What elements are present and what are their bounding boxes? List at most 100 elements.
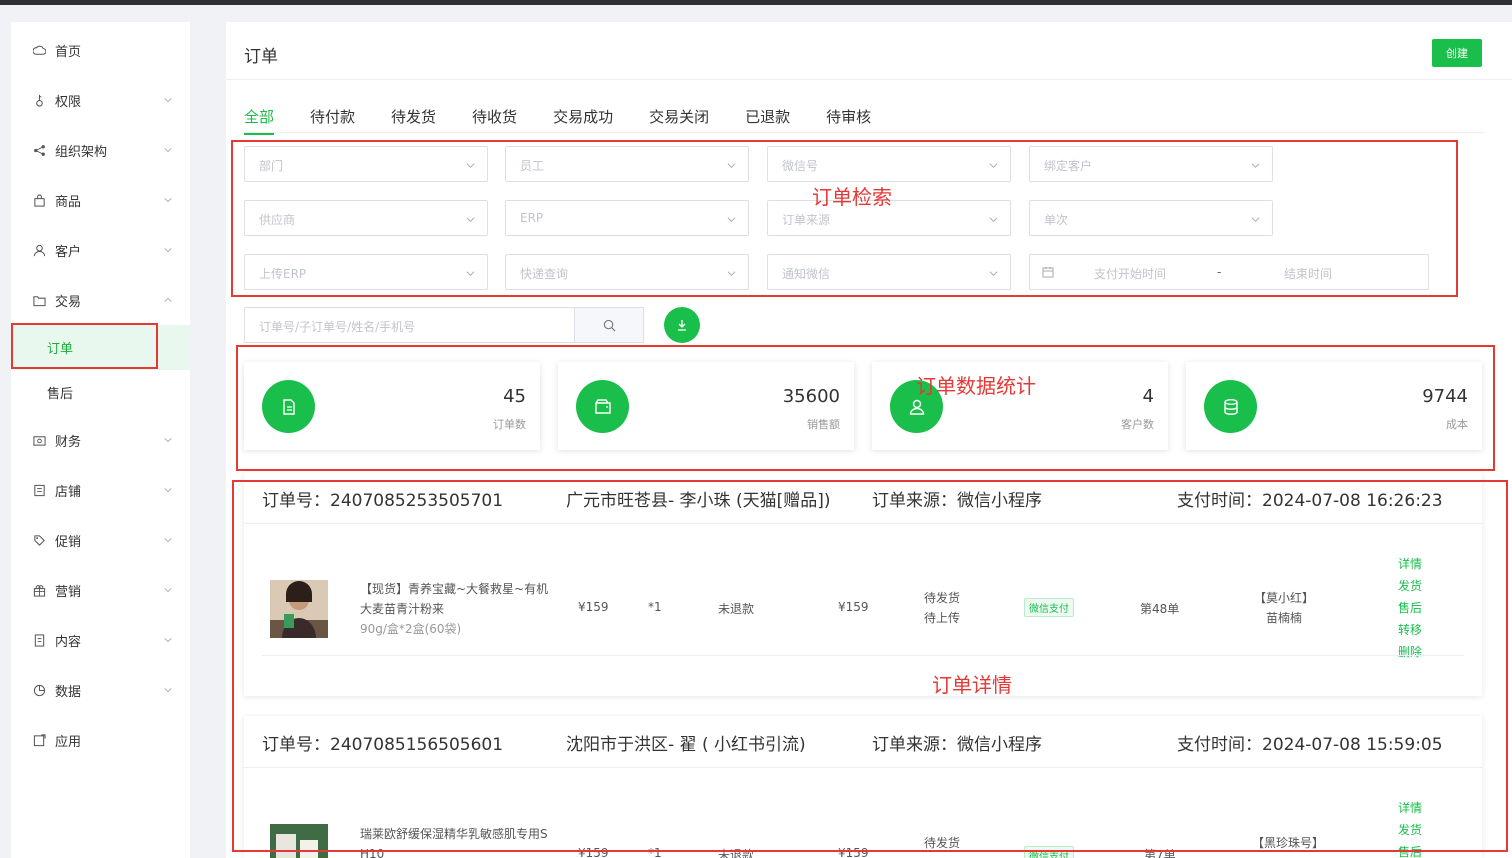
wallet-icon <box>576 380 629 433</box>
order-count: 第48单 <box>1140 602 1180 616</box>
select-placeholder: 员工 <box>520 159 545 173</box>
wechat-id-select[interactable]: 微信号 <box>767 146 1011 182</box>
wallet-icon <box>33 434 46 447</box>
sidebar-item-permission[interactable]: 权限 <box>11 75 190 125</box>
tab-to-ship[interactable]: 待发货 <box>391 106 436 130</box>
sidebar-item-org[interactable]: 组织架构 <box>11 125 190 175</box>
select-placeholder: ERP <box>520 211 544 225</box>
shipping-status-line: 待发货 <box>924 591 961 605</box>
sidebar-item-store[interactable]: 店铺 <box>11 465 190 515</box>
sidebar-item-label: 首页 <box>55 44 82 60</box>
sidebar-item-finance[interactable]: 财务 <box>11 415 190 465</box>
tab-closed[interactable]: 交易关闭 <box>649 106 709 130</box>
doc-icon <box>33 633 46 647</box>
seller-info: 【莫小红】 苗楠楠 <box>1254 588 1314 628</box>
delete-link[interactable]: 删除 <box>1398 641 1422 663</box>
sidebar-item-promotion[interactable]: 促销 <box>11 515 190 565</box>
supplier-select[interactable]: 供应商 <box>244 200 488 236</box>
app-icon <box>33 733 46 747</box>
notify-wechat-select[interactable]: 通知微信 <box>767 254 1011 290</box>
unit-price: ¥159 <box>578 600 609 614</box>
sidebar-item-content[interactable]: 内容 <box>11 615 190 665</box>
download-button[interactable] <box>664 307 700 343</box>
upload-erp-select[interactable]: 上传ERP <box>244 254 488 290</box>
erp-select[interactable]: ERP <box>505 200 749 236</box>
product-name[interactable]: 瑞莱欧舒缓保湿精华乳敏感肌专用S H10 <box>360 824 560 858</box>
product-thumbnail[interactable] <box>270 824 328 858</box>
stat-label: 销售额 <box>807 418 840 431</box>
chevron-down-icon <box>164 198 172 203</box>
chevron-up-icon <box>164 297 172 302</box>
sidebar-item-trade[interactable]: 交易 <box>11 275 190 325</box>
key-icon <box>33 94 46 107</box>
annotation-label-stats: 订单数据统计 <box>916 374 1036 398</box>
stat-card-orders: 45 订单数 <box>244 362 540 450</box>
chevron-down-icon <box>164 588 172 593</box>
chevron-down-icon <box>727 163 736 169</box>
ship-link[interactable]: 发货 <box>1398 819 1422 841</box>
select-placeholder: 快递查询 <box>520 267 569 281</box>
tab-all[interactable]: 全部 <box>244 106 275 135</box>
tab-to-receive[interactable]: 待收货 <box>472 106 517 130</box>
transfer-link[interactable]: 转移 <box>1398 619 1422 641</box>
home-icon <box>33 44 46 57</box>
sidebar-item-aftersale[interactable]: 售后 <box>11 370 190 415</box>
aftersale-link[interactable]: 售后 <box>1398 841 1422 858</box>
stat-value: 9744 <box>1422 386 1468 407</box>
create-button[interactable]: 创建 <box>1432 39 1482 67</box>
refund-status: 未退款 <box>718 602 755 616</box>
sidebar-item-label: 组织架构 <box>55 144 108 160</box>
express-query-select[interactable]: 快递查询 <box>505 254 749 290</box>
tab-review[interactable]: 待审核 <box>826 106 871 130</box>
page-title: 订单 <box>244 47 278 67</box>
department-select[interactable]: 部门 <box>244 146 488 182</box>
order-item-row: 【现货】青养宝藏~大餐救星~有机 大麦苗青汁粉来 90g/盒*2盒(60袋) ¥… <box>244 524 1482 674</box>
chevron-down-icon <box>164 438 172 443</box>
quantity: *1 <box>648 600 662 614</box>
detail-link[interactable]: 详情 <box>1398 553 1422 575</box>
employee-select[interactable]: 员工 <box>505 146 749 182</box>
sidebar-item-customer[interactable]: 客户 <box>11 225 190 275</box>
bound-customer-select[interactable]: 绑定客户 <box>1029 146 1273 182</box>
chevron-down-icon <box>466 217 475 223</box>
pie-icon <box>33 684 46 697</box>
sidebar-item-label: 客户 <box>55 244 82 260</box>
sidebar-item-home[interactable]: 首页 <box>11 25 190 75</box>
product-name[interactable]: 【现货】青养宝藏~大餐救星~有机 大麦苗青汁粉来 90g/盒*2盒(60袋) <box>360 579 560 639</box>
order-customer: 沈阳市于洪区- 翟 ( 小红书引流) <box>566 735 806 755</box>
detail-link[interactable]: 详情 <box>1398 797 1422 819</box>
sidebar-item-goods[interactable]: 商品 <box>11 175 190 225</box>
sidebar-item-label: 内容 <box>55 634 82 650</box>
order-count: 第7单 <box>1144 848 1176 858</box>
order-pay-time: 支付时间：2024-07-08 15:59:05 <box>1177 735 1443 755</box>
sidebar-item-marketing[interactable]: 营销 <box>11 565 190 615</box>
chevron-down-icon <box>164 148 172 153</box>
tag-icon <box>33 534 46 547</box>
stat-card-sales: 35600 销售额 <box>558 362 854 450</box>
chevron-down-icon <box>164 538 172 543</box>
product-name-line: 瑞莱欧舒缓保湿精华乳敏感肌专用S <box>360 827 548 841</box>
select-placeholder: 订单来源 <box>782 213 831 227</box>
search-button[interactable] <box>574 307 644 343</box>
sidebar-item-data[interactable]: 数据 <box>11 665 190 715</box>
tab-refunded[interactable]: 已退款 <box>745 106 790 130</box>
sidebar-item-orders[interactable]: 订单 <box>11 325 190 370</box>
payment-method-badge: 微信支付 <box>1024 598 1074 617</box>
chevron-down-icon <box>989 271 998 277</box>
pay-date-range-picker[interactable]: 支付开始时间 - 结束时间 <box>1029 254 1429 290</box>
product-thumbnail[interactable] <box>270 580 328 638</box>
order-customer: 广元市旺苍县- 李小珠 (天猫[赠品]) <box>566 491 831 511</box>
ship-link[interactable]: 发货 <box>1398 575 1422 597</box>
order-card: 订单号：2407085156505601 沈阳市于洪区- 翟 ( 小红书引流) … <box>244 716 1482 858</box>
single-select[interactable]: 单次 <box>1029 200 1273 236</box>
tab-unpaid[interactable]: 待付款 <box>310 106 355 130</box>
refund-status: 未退款 <box>718 848 755 858</box>
sidebar-item-label: 促销 <box>55 534 82 550</box>
tab-success[interactable]: 交易成功 <box>553 106 613 130</box>
chevron-down-icon <box>164 488 172 493</box>
main-panel: 订单 创建 全部 待付款 待发货 待收货 交易成功 交易关闭 已退款 待审核 部… <box>226 22 1512 858</box>
aftersale-link[interactable]: 售后 <box>1398 597 1422 619</box>
sidebar-item-apps[interactable]: 应用 <box>11 715 190 765</box>
order-header: 订单号：2407085253505701 广元市旺苍县- 李小珠 (天猫[赠品]… <box>244 472 1482 524</box>
chevron-down-icon <box>164 98 172 103</box>
